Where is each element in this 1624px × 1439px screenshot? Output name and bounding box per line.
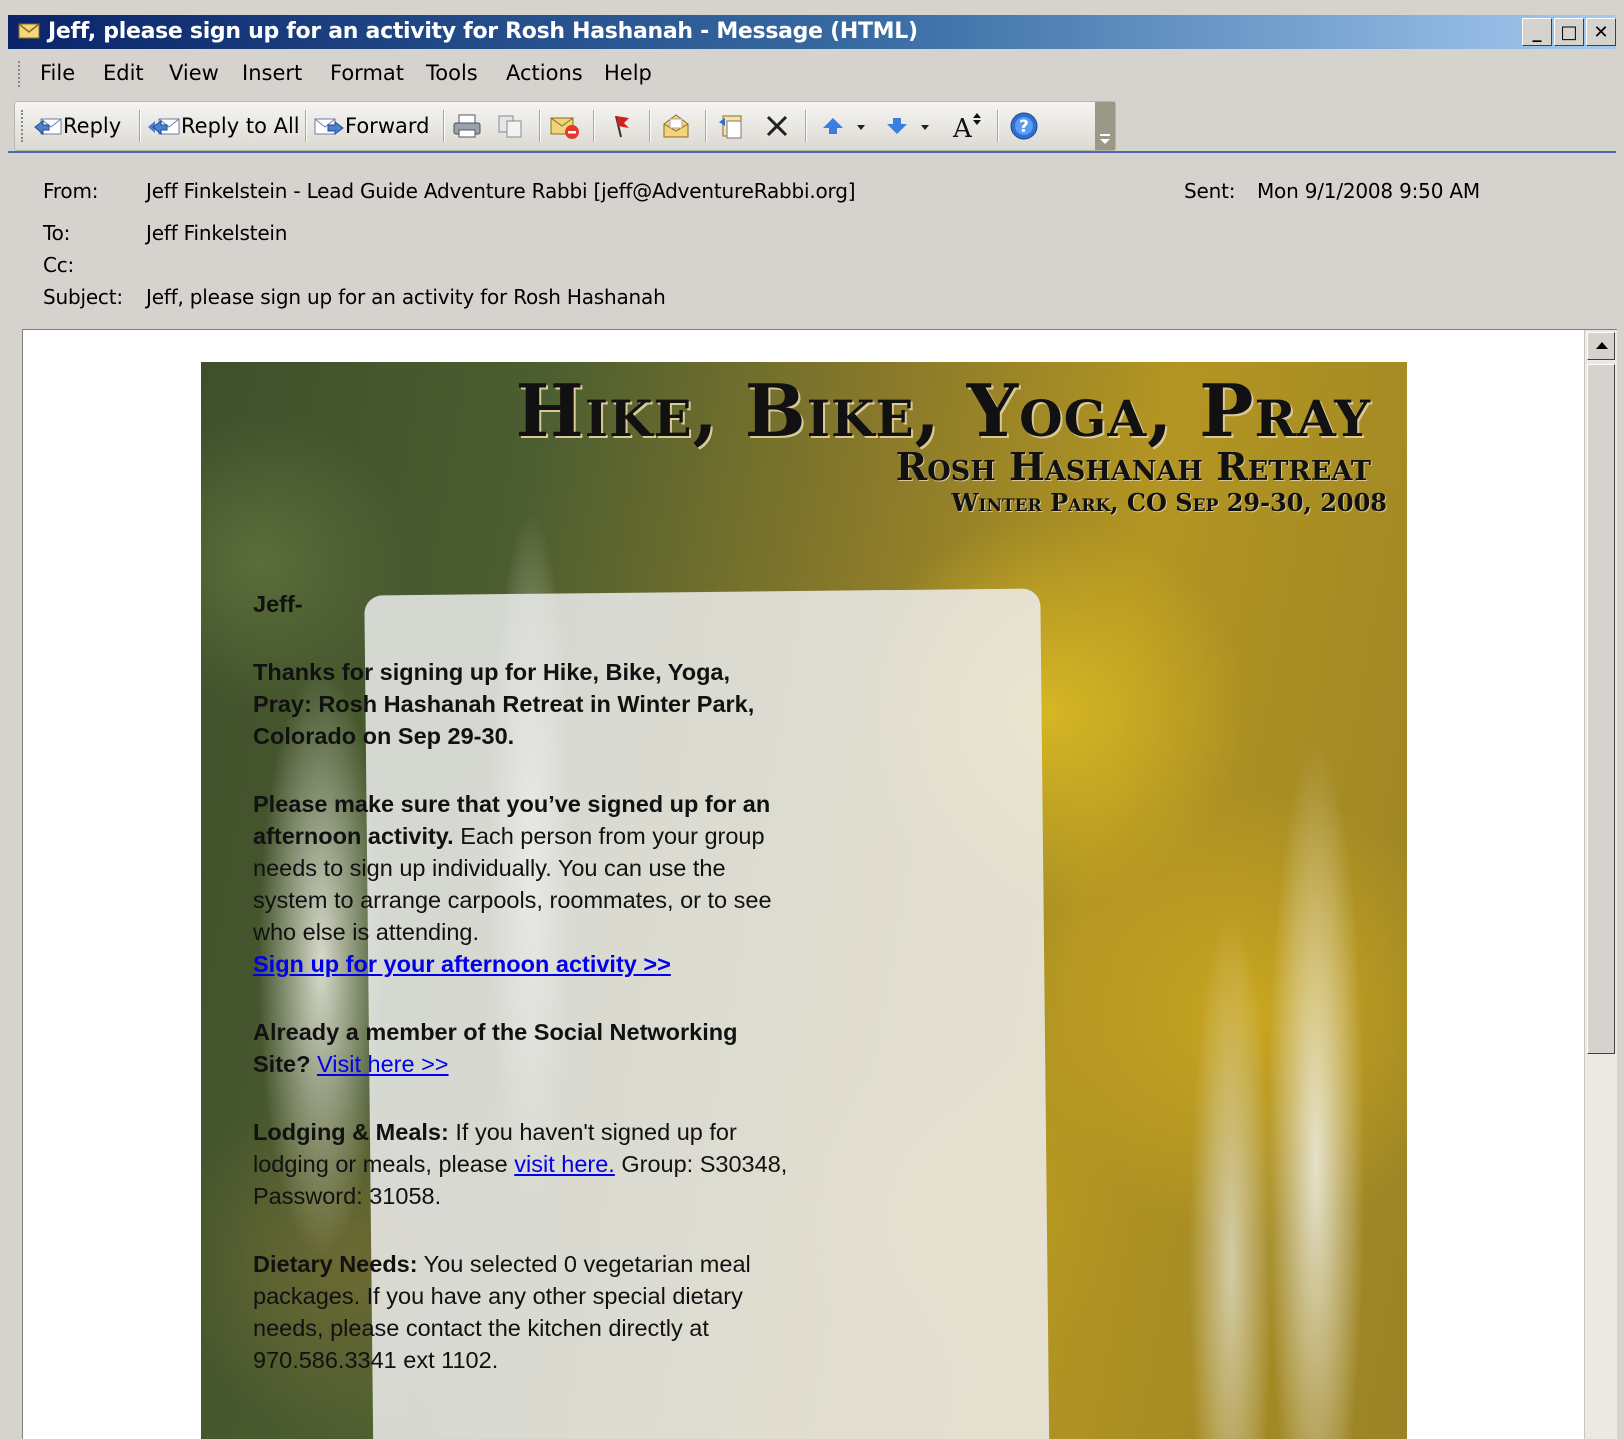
message-body-pane[interactable]: Hike, Bike, Yoga, Pray Rosh Hashanah Ret… (22, 329, 1617, 1439)
menu-actions[interactable]: Actions (506, 61, 583, 85)
font-size-button[interactable]: A (951, 110, 985, 142)
toolbar-separator (805, 110, 807, 142)
forward-label: Forward (345, 114, 430, 138)
menu-view[interactable]: View (169, 61, 219, 85)
thanks-paragraph: Thanks for signing up for Hike, Bike, Yo… (253, 659, 755, 749)
window-title: Jeff, please sign up for an activity for… (48, 19, 918, 44)
reply-all-button[interactable]: Reply to All (147, 110, 300, 142)
reply-button[interactable]: Reply (33, 110, 121, 142)
down-arrow-icon (887, 118, 929, 134)
move-button[interactable] (717, 110, 749, 142)
toolbar-overflow-button[interactable] (1095, 102, 1115, 150)
previous-item-button[interactable] (819, 110, 869, 142)
flag-icon (615, 115, 629, 138)
reply-all-label: Reply to All (181, 114, 300, 138)
to-value[interactable]: Jeff Finkelstein (146, 221, 287, 245)
sent-value: Mon 9/1/2008 9:50 AM (1257, 179, 1480, 203)
toolbar-separator (593, 110, 595, 142)
up-arrow-icon (823, 118, 865, 134)
svg-text:?: ? (1019, 117, 1029, 137)
open-envelope-icon (663, 114, 689, 138)
move-folder-icon (719, 115, 742, 139)
toolbar-separator (139, 110, 141, 142)
toolbar-separator (443, 110, 445, 142)
banner-title: Hike, Bike, Yoga, Pray (515, 368, 1371, 453)
menu-tools[interactable]: Tools (426, 61, 478, 85)
close-button[interactable]: ✕ (1586, 18, 1616, 46)
subject-value: Jeff, please sign up for an activity for… (146, 285, 666, 309)
menu-bar: File Edit View Insert Format Tools Actio… (8, 55, 1616, 95)
svg-text:A: A (952, 114, 973, 141)
font-size-icon: A (952, 113, 981, 141)
junk-mail-button[interactable] (549, 110, 581, 142)
help-button[interactable]: ? (1009, 110, 1039, 142)
menu-edit[interactable]: Edit (103, 61, 144, 85)
follow-up-flag-button[interactable] (607, 110, 635, 142)
toolbar-separator (997, 110, 999, 142)
lodging-meals-heading: Lodging & Meals: (253, 1119, 449, 1145)
standard-toolbar: Reply Reply to All Forward A ? (14, 101, 1116, 151)
help-icon: ? (1010, 112, 1038, 140)
vertical-scrollbar[interactable] (1584, 330, 1617, 1439)
banner-subtitle: Rosh Hashanah Retreat (895, 444, 1371, 489)
minimize-button[interactable]: _ (1522, 18, 1552, 46)
toolbar-divider (8, 151, 1616, 153)
maximize-button[interactable]: □ (1554, 18, 1584, 46)
move-to-folder-button[interactable] (495, 110, 527, 142)
delete-x-icon (766, 115, 788, 137)
forward-button[interactable]: Forward (313, 110, 429, 142)
title-bar: Jeff, please sign up for an activity for… (8, 15, 1616, 49)
forward-icon (314, 118, 344, 135)
printer-icon (453, 114, 481, 138)
from-value[interactable]: Jeff Finkelstein - Lead Guide Adventure … (146, 179, 856, 203)
delete-button[interactable] (763, 110, 791, 142)
mark-unread-button[interactable] (661, 110, 693, 142)
print-button[interactable] (451, 110, 483, 142)
scroll-thumb[interactable] (1587, 364, 1615, 1054)
toolbar-separator (305, 110, 307, 142)
menu-format[interactable]: Format (330, 61, 404, 85)
menu-grip (18, 61, 23, 87)
scroll-up-button[interactable] (1587, 332, 1615, 360)
reply-icon (34, 118, 62, 136)
cc-label: Cc: (43, 253, 75, 277)
envelope-icon (18, 23, 40, 39)
banner-location: Winter Park, CO Sep 29-30, 2008 (951, 488, 1387, 517)
toolbar-separator (539, 110, 541, 142)
toolbar-separator (705, 110, 707, 142)
copy-icon (498, 115, 522, 138)
greeting: Jeff- (253, 591, 303, 617)
lodging-visit-link[interactable]: visit here. (514, 1151, 615, 1177)
toolbar-grip (21, 110, 26, 142)
next-item-button[interactable] (883, 110, 933, 142)
menu-file[interactable]: File (40, 61, 75, 85)
junk-mail-icon (550, 117, 579, 139)
dietary-needs-heading: Dietary Needs: (253, 1251, 418, 1277)
from-label: From: (43, 179, 99, 203)
menu-help[interactable]: Help (604, 61, 652, 85)
visit-social-site-link[interactable]: Visit here >> (317, 1051, 449, 1077)
reply-all-icon (148, 118, 180, 136)
reply-label: Reply (63, 114, 122, 138)
subject-label: Subject: (43, 285, 123, 309)
menu-insert[interactable]: Insert (242, 61, 302, 85)
message-text: Jeff- Thanks for signing up for Hike, Bi… (253, 588, 793, 1412)
toolbar-separator (649, 110, 651, 142)
chevron-down-icon (1100, 134, 1110, 144)
sign-up-activity-link[interactable]: Sign up for your afternoon activity >> (253, 951, 671, 977)
to-label: To: (43, 221, 71, 245)
outlook-message-window: Jeff, please sign up for an activity for… (0, 0, 1624, 1439)
sent-label: Sent: (1184, 179, 1236, 203)
